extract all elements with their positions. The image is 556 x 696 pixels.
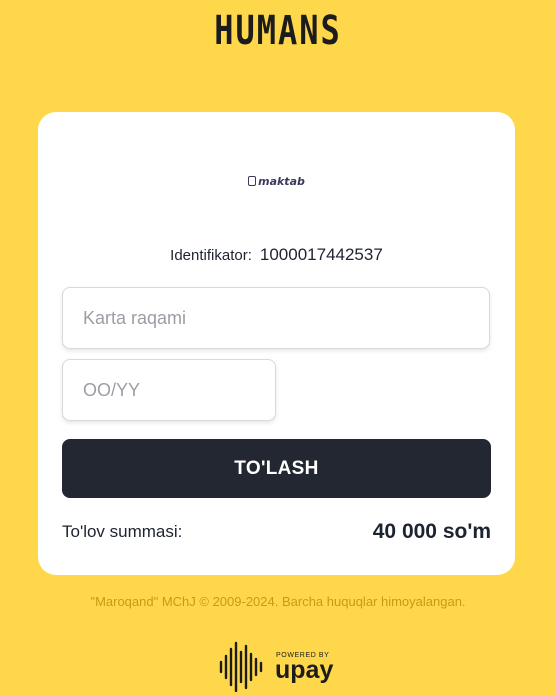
summary-label: To'lov summasi:	[62, 522, 183, 541]
copyright-text: "Maroqand" MChJ © 2009-2024. Barcha huqu…	[90, 594, 466, 609]
payment-card: maktab Identifikator: 1000017442537 TO'LA…	[38, 112, 515, 575]
expiry-date-input[interactable]	[62, 359, 276, 421]
summary-amount: 40 000 so'm	[372, 520, 491, 543]
sound-wave-icon	[219, 641, 263, 692]
merchant-logo-text: maktab	[258, 175, 305, 188]
card-number-input[interactable]	[62, 287, 490, 349]
powered-by-upay: POWERED BY upay	[219, 640, 339, 692]
identifier-label: Identifikator:	[170, 247, 252, 264]
brand-logo: HUMANS	[214, 6, 342, 54]
provider-logo-text: upay	[275, 656, 334, 684]
merchant-logo: maktab	[38, 175, 515, 188]
payment-page: HUMANS maktab Identifikator: 100001744253…	[0, 0, 556, 696]
identifier-row: Identifikator: 1000017442537	[38, 245, 515, 265]
payment-summary: To'lov summasi: 40 000 so'm	[62, 520, 491, 544]
maktab-logo-icon	[248, 176, 257, 186]
pay-button[interactable]: TO'LASH	[62, 439, 491, 498]
identifier-value: 1000017442537	[259, 245, 383, 264]
